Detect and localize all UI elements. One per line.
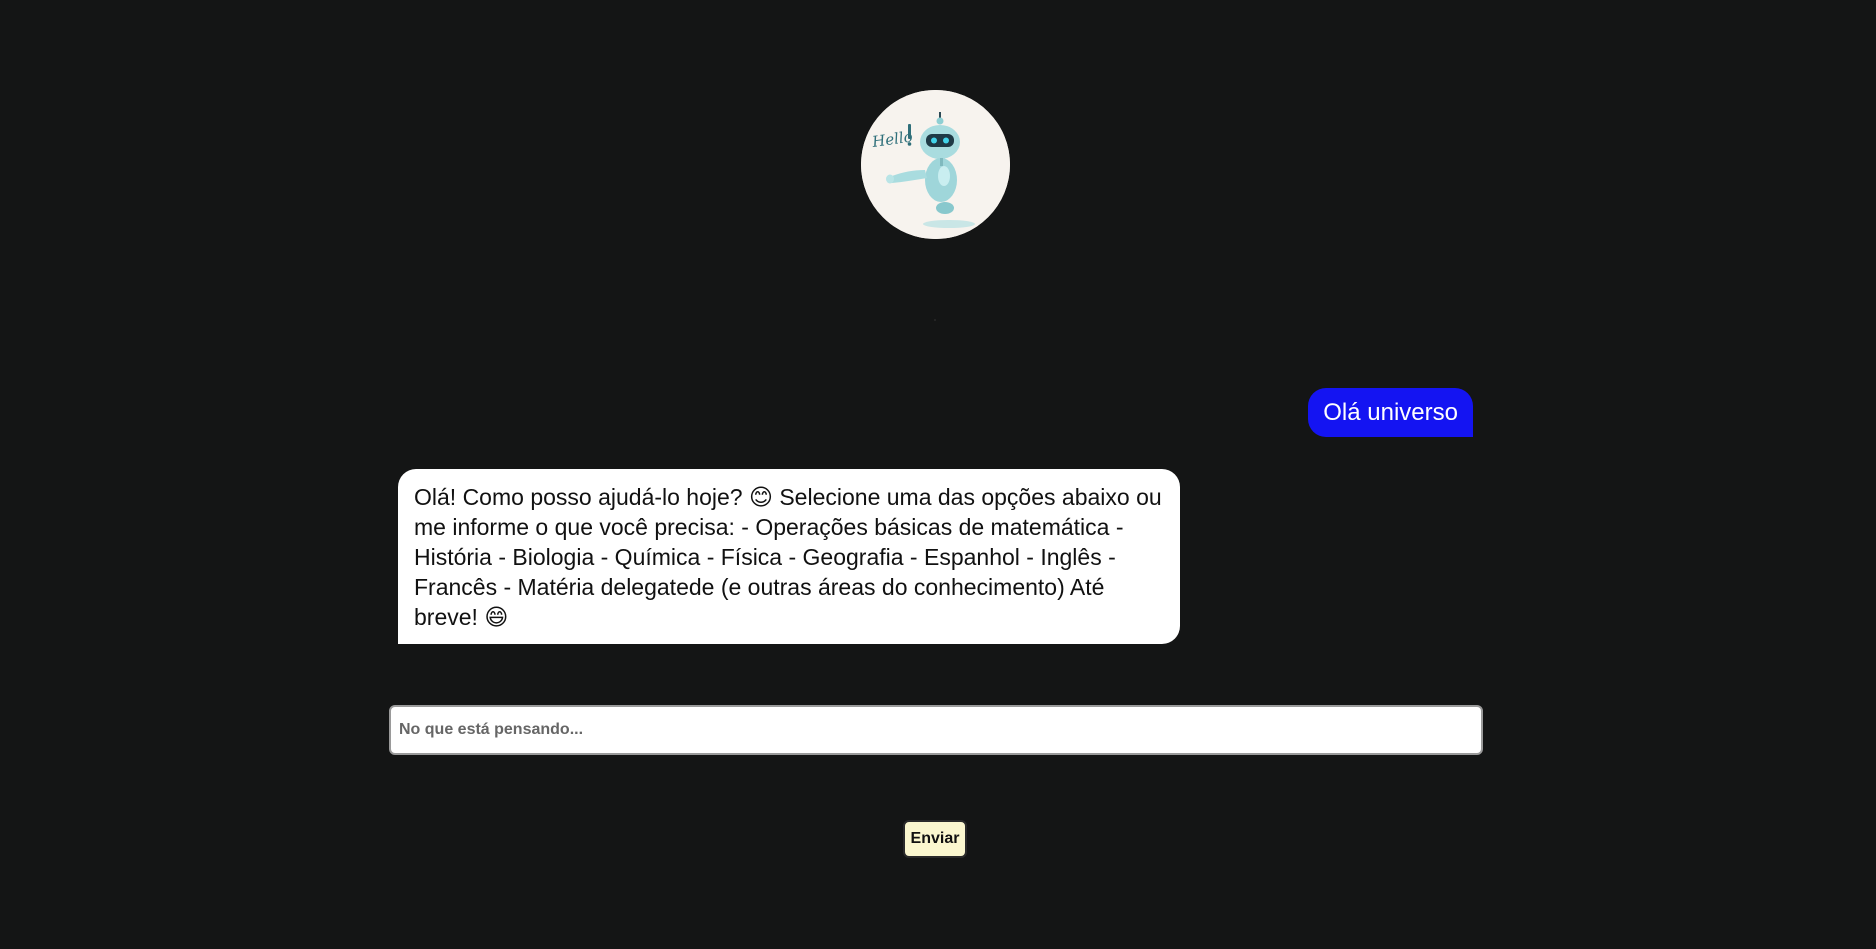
send-button[interactable]: Enviar — [903, 820, 967, 858]
bot-message-bubble: Olá! Como posso ajudá-lo hoje? 😊 Selecio… — [398, 469, 1180, 644]
typing-indicator — [934, 319, 936, 321]
robot-hello-icon: Hello — [861, 90, 1010, 239]
chat-page: Hello Olá universo Olá! Como posso ajudá… — [0, 0, 1876, 949]
user-message-bubble: Olá universo — [1308, 388, 1473, 437]
message-input[interactable] — [391, 707, 1481, 753]
robot-avatar: Hello — [861, 90, 1010, 239]
message-input-container — [389, 705, 1483, 755]
